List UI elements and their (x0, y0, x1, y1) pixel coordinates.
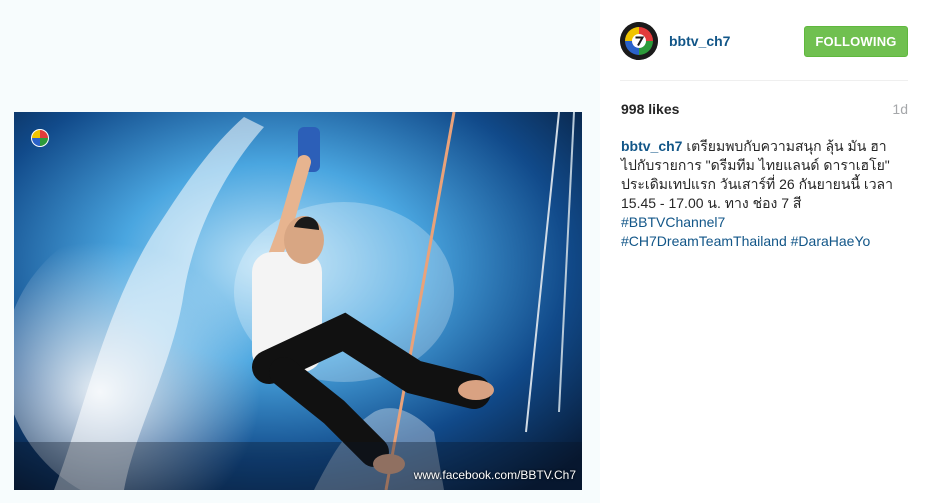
post-age[interactable]: 1d (892, 101, 908, 117)
post-sidebar: bbtv_ch7 FOLLOWING 998 likes 1d bbtv_ch7… (600, 0, 930, 503)
caption-text: เตรียมพบกับความสนุก ลุ้น มัน ฮา (686, 138, 887, 154)
channel7-watermark-icon (31, 129, 49, 147)
photo-watermark-text: www.facebook.com/BBTV.Ch7 (413, 468, 576, 482)
hashtag-link[interactable]: #CH7DreamTeamThailand (621, 233, 787, 249)
channel7-logo-icon (620, 22, 658, 60)
post-caption: bbtv_ch7 เตรียมพบกับความสนุก ลุ้น มัน ฮา… (621, 137, 911, 251)
hashtag-link[interactable]: #BBTVChannel7 (621, 214, 725, 230)
media-pane: www.facebook.com/BBTV.Ch7 (0, 0, 600, 503)
caption-username[interactable]: bbtv_ch7 (621, 138, 682, 154)
hashtag-line: #CH7DreamTeamThailand #DaraHaeYo (621, 232, 911, 251)
following-button[interactable]: FOLLOWING (804, 26, 908, 57)
photo-illustration (14, 112, 582, 490)
likes-count[interactable]: 998 likes (621, 101, 679, 117)
caption-line: ประเดิมเทปแรก วันเสาร์ที่ 26 กันยายนนี้ … (621, 176, 893, 192)
caption-line: 15.45 - 17.00 น. ทาง ช่อง 7 สี (621, 195, 802, 211)
caption-line: bbtv_ch7 เตรียมพบกับความสนุก ลุ้น มัน ฮา (621, 137, 911, 156)
avatar[interactable] (620, 22, 658, 60)
post-username[interactable]: bbtv_ch7 (669, 33, 730, 49)
hashtag-link[interactable]: #DaraHaeYo (791, 233, 871, 249)
caption-line: ไปกับรายการ "ดรีมทีม ไทยแลนด์ ดาราเฮโย" (621, 157, 890, 173)
hashtag-line: #BBTVChannel7 (621, 213, 911, 232)
post-header: bbtv_ch7 FOLLOWING (620, 20, 908, 64)
post-photo[interactable]: www.facebook.com/BBTV.Ch7 (14, 112, 582, 490)
header-divider (620, 80, 908, 81)
